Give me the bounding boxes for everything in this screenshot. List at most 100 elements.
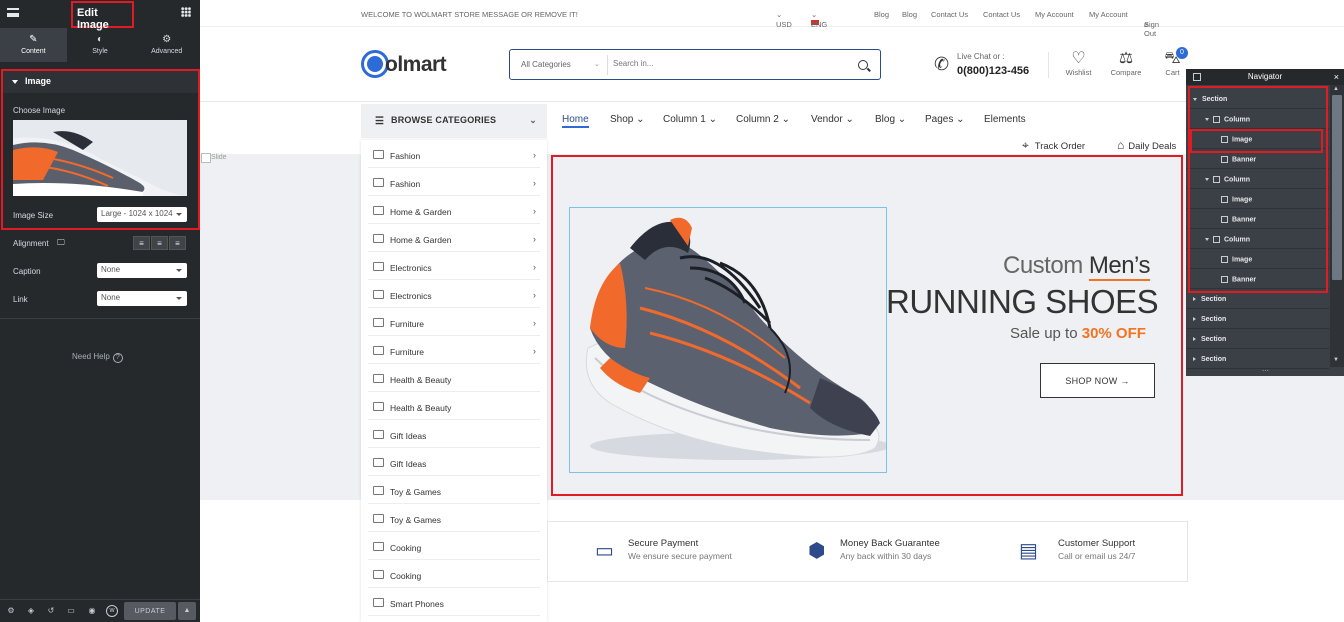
desktop-icon[interactable]: 🖵 <box>57 238 65 248</box>
nav-home[interactable]: Home <box>562 114 589 128</box>
tab-advanced[interactable]: ⚙ Advanced <box>133 28 200 62</box>
category-item[interactable]: Toy & Games <box>368 476 540 504</box>
layers-icon[interactable]: ◈ <box>26 606 36 616</box>
heart-icon: ♡ <box>1071 50 1086 67</box>
category-icon <box>373 346 384 355</box>
nav-blog[interactable]: Blog ⌄ <box>875 114 906 125</box>
menu-icon[interactable] <box>7 8 19 17</box>
category-item[interactable]: Smart Phones <box>368 588 540 616</box>
search-category-select[interactable]: All Categories <box>521 60 571 69</box>
chevron-right-icon: › <box>533 262 536 272</box>
category-icon <box>373 598 384 607</box>
topbar-link[interactable]: Blog <box>874 10 889 19</box>
banner-subtitle: Custom Men’s <box>1003 252 1150 281</box>
scrollbar-thumb[interactable] <box>1332 95 1342 280</box>
nav-vendor[interactable]: Vendor ⌄ <box>811 114 854 125</box>
wishlist-button[interactable]: ♡ Wishlist <box>1062 50 1095 77</box>
daily-deals-link[interactable]: ⌂ Daily Deals <box>1117 138 1176 152</box>
align-right-button[interactable]: ≡ <box>169 236 186 250</box>
history-icon[interactable]: ↺ <box>46 606 56 616</box>
nav-elements[interactable]: Elements <box>984 114 1026 125</box>
nav-column-1[interactable]: Column 1 ⌄ <box>663 114 717 125</box>
slide-label: Slide <box>211 154 227 161</box>
update-button[interactable]: UPDATE <box>124 602 176 620</box>
chevron-right-icon: › <box>533 206 536 216</box>
image-size-label: Image Size <box>13 211 54 220</box>
scale-icon: ⚖ <box>1118 50 1134 67</box>
category-item[interactable]: Fashion › <box>368 140 540 168</box>
tab-style[interactable]: ◐ Style <box>67 28 134 62</box>
category-item[interactable]: Cooking <box>368 560 540 588</box>
navigator-item-section[interactable]: Section <box>1187 350 1329 369</box>
category-item[interactable]: Electronics › <box>368 280 540 308</box>
currency-select[interactable]: USD ⌄ <box>776 10 792 29</box>
category-item[interactable]: Home & Garden › <box>368 196 540 224</box>
choose-image-label: Choose Image <box>13 106 66 115</box>
link-select[interactable]: None <box>97 291 187 306</box>
category-item[interactable]: Health & Beauty <box>368 364 540 392</box>
image-thumbnail[interactable] <box>13 120 187 196</box>
scroll-down-icon[interactable]: ▼ <box>1333 357 1339 363</box>
close-icon[interactable]: × <box>1334 69 1339 85</box>
align-left-button[interactable]: ≡ <box>133 236 150 250</box>
responsive-icon[interactable]: ▭ <box>66 606 76 616</box>
category-item[interactable]: Cooking <box>368 532 540 560</box>
category-item[interactable]: Furniture › <box>368 308 540 336</box>
nav-column-2[interactable]: Column 2 ⌄ <box>736 114 790 125</box>
category-item[interactable]: Home & Garden › <box>368 224 540 252</box>
category-item[interactable]: Toy & Games <box>368 504 540 532</box>
nav-shop[interactable]: Shop ⌄ <box>610 114 645 125</box>
caret-right-icon[interactable] <box>1193 317 1196 322</box>
widgets-grid-icon[interactable] <box>181 7 191 17</box>
category-label: Cooking <box>390 543 422 553</box>
settings-icon[interactable]: ⚙ <box>6 606 16 616</box>
category-item[interactable]: Electronics › <box>368 252 540 280</box>
topbar-link[interactable]: Contact Us <box>931 10 968 19</box>
resize-handle-icon[interactable]: ⋯ <box>1262 367 1269 375</box>
topbar-link[interactable]: My Account <box>1035 10 1074 19</box>
live-chat-label[interactable]: Live Chat or : <box>957 52 1005 61</box>
search-input[interactable]: Search in... <box>613 59 653 68</box>
nav-pages[interactable]: Pages ⌄ <box>925 114 965 125</box>
wolmart-logo-icon[interactable]: w <box>106 605 118 617</box>
slide-checkbox[interactable] <box>201 153 211 163</box>
align-center-button[interactable]: ≡ <box>151 236 168 250</box>
caret-right-icon[interactable] <box>1193 357 1196 362</box>
browse-categories-toggle[interactable]: ☰ BROWSE CATEGORIES ⌄ <box>361 104 547 138</box>
category-item[interactable]: Gift Ideas <box>368 420 540 448</box>
category-item[interactable]: Furniture › <box>368 336 540 364</box>
compare-button[interactable]: ⚖ Compare <box>1106 50 1146 77</box>
need-help-link[interactable]: Need Help? <box>72 352 123 363</box>
minimize-icon[interactable] <box>1193 73 1201 81</box>
category-item[interactable]: Health & Beauty <box>368 392 540 420</box>
topbar-link[interactable]: My Account <box>1089 10 1128 19</box>
shoe-image[interactable] <box>569 207 890 473</box>
tab-content[interactable]: ✎ Content <box>0 28 67 62</box>
category-item[interactable]: Gift Ideas <box>368 448 540 476</box>
language-select[interactable]: ENG ⌄ <box>811 10 827 29</box>
image-size-select[interactable]: Large - 1024 x 1024 <box>97 207 187 222</box>
caption-select[interactable]: None <box>97 263 187 278</box>
navigator-item-section[interactable]: Section <box>1187 310 1329 329</box>
search-icon[interactable] <box>858 60 868 70</box>
topbar-link[interactable]: Blog <box>902 10 917 19</box>
navigator-header[interactable]: Navigator × <box>1186 69 1344 85</box>
category-icon <box>373 290 384 299</box>
navigator-item-section[interactable]: Section <box>1187 330 1329 349</box>
caret-right-icon[interactable] <box>1193 297 1196 302</box>
preview-eye-icon[interactable]: ◉ <box>87 606 97 616</box>
shop-now-button[interactable]: SHOP NOW → <box>1040 363 1155 398</box>
scroll-up-icon[interactable]: ▲ <box>1333 86 1339 92</box>
nav-label: Pages <box>925 114 954 125</box>
track-order-link[interactable]: ⌖ Track Order <box>1022 138 1085 153</box>
wishlist-label: Wishlist <box>1065 68 1092 77</box>
browse-categories-label: BROWSE CATEGORIES <box>391 115 497 125</box>
category-icon <box>373 458 384 467</box>
update-options-caret-icon[interactable]: ▲ <box>178 602 196 620</box>
logo-text[interactable]: olmart <box>385 53 447 77</box>
caret-right-icon[interactable] <box>1193 337 1196 342</box>
feature-title: Customer Support <box>1058 538 1136 549</box>
category-item[interactable]: Fashion › <box>368 168 540 196</box>
topbar-link[interactable]: Contact Us <box>983 10 1020 19</box>
divider <box>1048 52 1049 78</box>
